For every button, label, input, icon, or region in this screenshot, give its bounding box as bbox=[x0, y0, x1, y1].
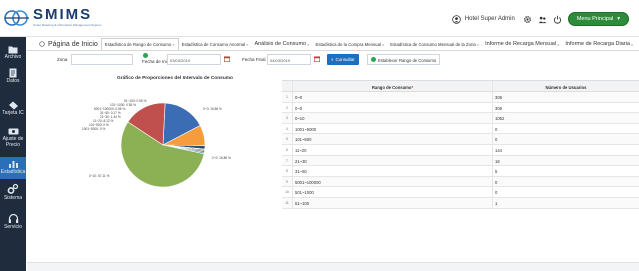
row-index: 11 bbox=[285, 200, 289, 205]
row-index: 7 bbox=[286, 158, 288, 163]
pie-label: 0~10: 57.11 % bbox=[89, 174, 110, 178]
cell-numero: 16 bbox=[492, 155, 639, 166]
cell-numero: 5 bbox=[492, 166, 639, 176]
cell-numero: 0 bbox=[492, 187, 639, 197]
row-index: 6 bbox=[286, 147, 288, 152]
cell-numero: 0 bbox=[492, 176, 639, 187]
table-row[interactable]: 9 5001~100000 0 bbox=[282, 176, 639, 188]
cell-rango: 0~10 bbox=[292, 113, 492, 123]
row-index: 9 bbox=[286, 179, 288, 184]
table-row[interactable]: 10 501~1000 0 bbox=[282, 187, 639, 198]
cell-rango: 0~0 bbox=[292, 92, 492, 102]
bottom-bar bbox=[27, 262, 639, 271]
table-row[interactable]: 1 0~0 308 bbox=[282, 92, 639, 103]
table-body: 1 0~0 308 2 0~0 308 3 0~10 1052 4 1001~5000 0 5 101~5… bbox=[282, 92, 639, 209]
cell-rango: 51~100 bbox=[292, 197, 492, 208]
cell-rango: 1001~5000 bbox=[292, 123, 492, 134]
consumption-table: Rango de Consumo* Número de Usuarios 1 0~… bbox=[282, 80, 639, 209]
header-numero[interactable]: Número de Usuarios bbox=[492, 81, 639, 91]
sort-marker-icon: * bbox=[411, 85, 414, 90]
cell-rango: 21~30 bbox=[292, 155, 492, 166]
table-row[interactable]: 6 11~20 144 bbox=[282, 144, 639, 156]
table-row[interactable]: 7 21~30 16 bbox=[282, 155, 639, 167]
row-index: 8 bbox=[286, 169, 288, 174]
table-row[interactable]: 11 51~100 1 bbox=[282, 197, 639, 209]
header-rango[interactable]: Rango de Consumo* bbox=[292, 81, 492, 91]
row-index: 5 bbox=[286, 137, 288, 142]
row-index: 1 bbox=[286, 95, 288, 99]
row-index: 4 bbox=[286, 126, 288, 131]
cell-numero: 1052 bbox=[492, 113, 639, 123]
cell-rango: 501~1000 bbox=[292, 187, 492, 197]
cell-rango: 0~0 bbox=[292, 102, 492, 113]
table-header: Rango de Consumo* Número de Usuarios bbox=[282, 80, 639, 92]
cell-numero: 0 bbox=[492, 123, 639, 134]
cell-rango: 11~20 bbox=[292, 144, 492, 155]
cell-numero: 144 bbox=[492, 144, 639, 155]
cell-numero: 308 bbox=[492, 102, 639, 113]
cell-rango: 31~50 bbox=[292, 166, 492, 176]
cell-rango: 5001~100000 bbox=[292, 176, 492, 187]
table-row[interactable]: 2 0~0 308 bbox=[282, 102, 639, 114]
pie-label: 0~0: 16.86 % bbox=[203, 107, 222, 111]
cell-rango: 101~500 bbox=[292, 134, 492, 144]
row-index: 3 bbox=[286, 116, 288, 121]
table-row[interactable]: 4 1001~5000 0 bbox=[282, 123, 639, 135]
row-index: 10 bbox=[285, 190, 289, 195]
cell-numero: 1 bbox=[492, 197, 639, 208]
table-row[interactable]: 8 31~50 5 bbox=[282, 166, 639, 177]
pie-label: 1001~5000: 0 % bbox=[82, 127, 106, 131]
table-row[interactable]: 5 101~500 0 bbox=[282, 134, 639, 145]
cell-numero: 308 bbox=[492, 92, 639, 102]
row-index: 2 bbox=[286, 105, 288, 110]
cell-numero: 0 bbox=[492, 134, 639, 144]
table-row[interactable]: 3 0~10 1052 bbox=[282, 113, 639, 124]
pie-label: 0~0: 16.86 % bbox=[212, 156, 231, 160]
